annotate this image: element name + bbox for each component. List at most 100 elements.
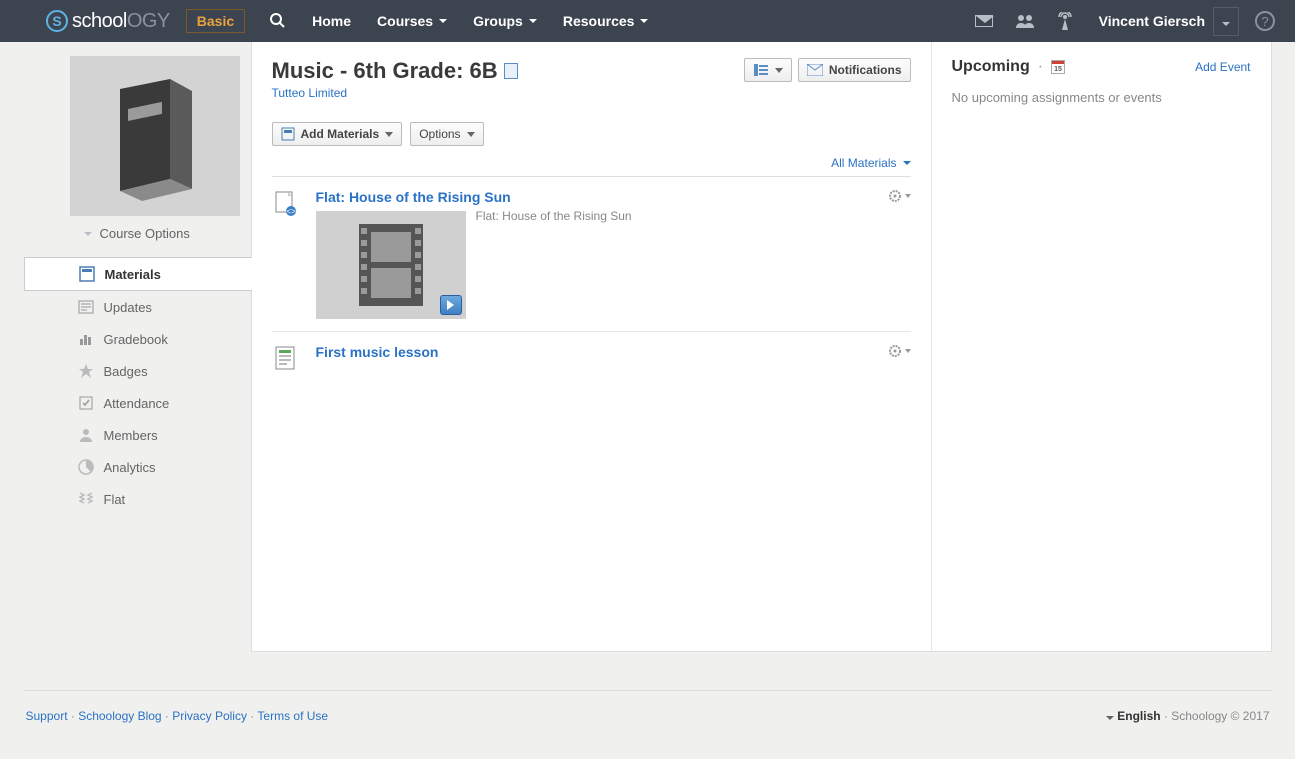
material-settings-button[interactable]: [888, 344, 911, 358]
book-icon: [100, 71, 210, 201]
nav-links: Home Courses Groups Resources: [299, 13, 661, 29]
page-icon[interactable]: [504, 63, 518, 79]
material-title-link[interactable]: First music lesson: [316, 344, 911, 360]
gradebook-icon: [78, 331, 94, 347]
view-toggle-button[interactable]: [744, 58, 792, 82]
chevron-down-icon: [439, 19, 447, 23]
sidebar-item-members[interactable]: Members: [24, 419, 251, 451]
upcoming-heading: Upcoming · 15: [952, 58, 1066, 76]
mail-icon[interactable]: [975, 15, 993, 27]
material-body: First music lesson: [316, 344, 911, 372]
upcoming-title-text: Upcoming: [952, 58, 1030, 76]
nav-home-label: Home: [312, 13, 351, 29]
material-type-icon: <>: [272, 189, 300, 319]
sidebar: Course Options Materials Updates Gradebo…: [24, 42, 251, 652]
material-settings-button[interactable]: [888, 189, 911, 203]
nav-groups[interactable]: Groups: [460, 13, 550, 29]
brand-mark: S: [46, 10, 68, 32]
language-selector[interactable]: English: [1117, 709, 1160, 723]
options-button[interactable]: Options: [410, 122, 483, 146]
chevron-down-icon: [467, 132, 475, 137]
sidebar-item-label: Updates: [104, 300, 152, 315]
materials-toolbar: Add Materials Options: [272, 122, 911, 146]
sidebar-item-materials[interactable]: Materials: [24, 257, 252, 291]
chevron-down-icon: [385, 132, 393, 137]
svg-text:<>: <>: [286, 207, 296, 216]
list-view-icon: [753, 63, 769, 77]
broadcast-icon[interactable]: [1057, 12, 1073, 30]
material-title-link[interactable]: Flat: House of the Rising Sun: [316, 189, 911, 205]
footer-privacy-link[interactable]: Privacy Policy: [172, 709, 247, 723]
materials-filter-row: All Materials: [272, 156, 911, 177]
top-navbar: S schoolOGY Basic Home Courses Groups Re…: [0, 0, 1295, 42]
material-item: <> Flat: House of the Rising Sun: [272, 177, 911, 332]
user-name[interactable]: Vincent Giersch: [1099, 13, 1205, 29]
people-icon[interactable]: [1015, 13, 1035, 29]
notifications-button[interactable]: Notifications: [798, 58, 911, 82]
header-actions: Notifications: [744, 58, 911, 82]
chevron-down-icon: [640, 19, 648, 23]
search-icon[interactable]: [255, 12, 299, 31]
nav-home[interactable]: Home: [299, 13, 364, 29]
film-icon: [351, 220, 431, 310]
help-icon[interactable]: ?: [1255, 11, 1275, 31]
attendance-icon: [78, 395, 94, 411]
add-materials-label: Add Materials: [301, 127, 380, 141]
brand-text-ogy: OGY: [127, 10, 170, 32]
chevron-down-icon: [775, 68, 783, 73]
brand-logo[interactable]: S schoolOGY: [46, 10, 170, 33]
calendar-icon[interactable]: 15: [1051, 60, 1065, 74]
flat-icon: [78, 491, 94, 507]
footer: Support · Schoology Blog · Privacy Polic…: [24, 690, 1272, 741]
material-subtitle: Flat: House of the Rising Sun: [476, 209, 632, 319]
filter-label: All Materials: [831, 156, 896, 170]
chevron-down-icon: [905, 194, 911, 198]
options-label: Options: [419, 127, 460, 141]
chevron-down-icon: [1106, 716, 1114, 720]
nav-resources[interactable]: Resources: [550, 13, 662, 29]
analytics-icon: [78, 459, 94, 475]
sidebar-item-label: Flat: [104, 492, 126, 507]
plan-badge[interactable]: Basic: [186, 9, 245, 33]
sidebar-item-badges[interactable]: Badges: [24, 355, 251, 387]
sidebar-item-analytics[interactable]: Analytics: [24, 451, 251, 483]
sidebar-item-flat[interactable]: Flat: [24, 483, 251, 515]
brand-text: schoolOGY: [72, 10, 170, 33]
nav-utility-icons: [975, 12, 1073, 30]
footer-terms-link[interactable]: Terms of Use: [257, 709, 328, 723]
star-icon: [78, 363, 94, 379]
members-icon: [78, 427, 94, 443]
nav-courses[interactable]: Courses: [364, 13, 460, 29]
course-options-toggle[interactable]: Course Options: [70, 216, 251, 251]
add-icon: [281, 127, 295, 141]
sidebar-item-updates[interactable]: Updates: [24, 291, 251, 323]
play-icon: [447, 300, 454, 310]
sidebar-item-attendance[interactable]: Attendance: [24, 387, 251, 419]
material-body: Flat: House of the Rising Sun: [316, 189, 911, 319]
sidebar-item-gradebook[interactable]: Gradebook: [24, 323, 251, 355]
footer-blog-link[interactable]: Schoology Blog: [78, 709, 161, 723]
sidebar-item-label: Gradebook: [104, 332, 168, 347]
upcoming-empty-text: No upcoming assignments or events: [952, 90, 1251, 105]
user-menu-toggle[interactable]: [1213, 7, 1239, 36]
play-button[interactable]: [440, 295, 462, 315]
material-type-icon: [272, 344, 300, 372]
gear-icon: [888, 189, 902, 203]
course-org-link[interactable]: Tutteo Limited: [272, 86, 518, 100]
sidebar-item-label: Members: [104, 428, 158, 443]
updates-icon: [78, 299, 94, 315]
mail-icon: [807, 64, 823, 76]
chevron-down-icon: [84, 232, 92, 236]
add-event-link[interactable]: Add Event: [1195, 60, 1250, 74]
materials-filter[interactable]: All Materials: [831, 156, 910, 170]
content-area: Music - 6th Grade: 6B Tutteo Limited Not…: [252, 42, 931, 651]
sidebar-item-label: Attendance: [104, 396, 170, 411]
nav-groups-label: Groups: [473, 13, 523, 29]
main-panel: Music - 6th Grade: 6B Tutteo Limited Not…: [251, 42, 1272, 652]
sidebar-item-label: Analytics: [104, 460, 156, 475]
add-materials-button[interactable]: Add Materials: [272, 122, 403, 146]
course-thumbnail[interactable]: [70, 56, 240, 216]
chevron-down-icon: [905, 349, 911, 353]
footer-support-link[interactable]: Support: [26, 709, 68, 723]
material-thumbnail[interactable]: [316, 211, 466, 319]
